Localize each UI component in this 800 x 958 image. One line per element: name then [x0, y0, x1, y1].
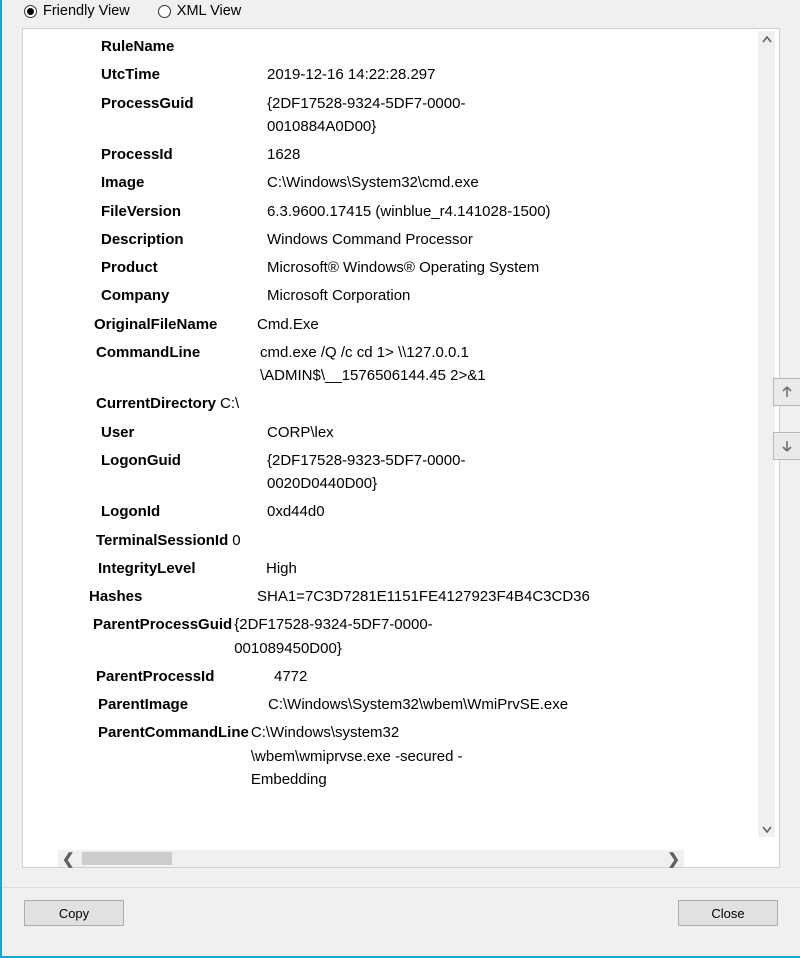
- field-value: Microsoft® Windows® Operating System: [267, 256, 691, 279]
- field-value: {2DF17528-9323-5DF7-0000- 0020D0440D00}: [267, 449, 691, 496]
- event-detail-panel: RuleName UtcTime2019-12-16 14:22:28.297 …: [22, 28, 780, 868]
- field-value: Cmd.Exe: [257, 313, 691, 336]
- field-label: ProcessId: [41, 143, 267, 166]
- field-label: IntegrityLevel: [41, 557, 258, 580]
- scroll-down-icon[interactable]: [758, 820, 775, 837]
- field-value: 2019-12-16 14:22:28.297: [267, 63, 691, 86]
- field-label: TerminalSessionId: [41, 529, 228, 552]
- field-label: User: [41, 421, 267, 444]
- field-label: FileVersion: [41, 200, 267, 223]
- scroll-right-icon[interactable]: ❯: [660, 850, 684, 867]
- field-label: Description: [41, 228, 267, 251]
- field-value: Windows Command Processor: [267, 228, 691, 251]
- field-value: High: [258, 557, 691, 580]
- dialog-button-bar: Copy Close: [2, 887, 800, 956]
- scroll-left-icon[interactable]: ❮: [58, 850, 82, 867]
- radio-icon: [24, 5, 37, 18]
- field-value: 0xd44d0: [267, 500, 691, 523]
- field-value: {2DF17528-9324-5DF7-0000- 0010884A0D00}: [267, 92, 691, 139]
- field-label: OriginalFileName: [41, 313, 263, 336]
- field-value: Microsoft Corporation: [267, 284, 691, 307]
- field-label: CurrentDirectory: [41, 392, 216, 415]
- field-label: Image: [41, 171, 267, 194]
- field-value: 4772: [274, 665, 691, 688]
- field-label: Company: [41, 284, 267, 307]
- scroll-track[interactable]: [82, 850, 660, 867]
- field-label: Product: [41, 256, 267, 279]
- field-label: UtcTime: [41, 63, 267, 86]
- copy-button[interactable]: Copy: [24, 900, 124, 926]
- prev-event-button[interactable]: [773, 378, 800, 406]
- friendly-view-label: Friendly View: [43, 3, 130, 19]
- friendly-view-radio[interactable]: Friendly View: [24, 3, 130, 19]
- field-value: SHA1=7C3D7281E1151FE4127923F4B4C3CD36: [257, 585, 691, 608]
- scroll-up-icon[interactable]: [758, 31, 775, 48]
- view-mode-selector: Friendly View XML View: [2, 0, 800, 27]
- copy-button-label: Copy: [59, 906, 89, 921]
- field-label: ParentImage: [41, 693, 262, 716]
- field-label: CommandLine: [41, 341, 260, 364]
- field-label: LogonId: [41, 500, 267, 523]
- next-event-button[interactable]: [773, 432, 800, 460]
- field-value: 0: [228, 529, 691, 552]
- field-value: 1628: [267, 143, 691, 166]
- field-label: ProcessGuid: [41, 92, 267, 115]
- event-kv-list: RuleName UtcTime2019-12-16 14:22:28.297 …: [41, 29, 691, 837]
- field-value: {2DF17528-9324-5DF7-0000- 001089450D00}: [232, 613, 691, 660]
- field-value: cmd.exe /Q /c cd 1> \\127.0.0.1 \ADMIN$\…: [260, 341, 691, 388]
- field-label: ParentProcessId: [41, 665, 274, 688]
- field-value: C:\Windows\System32\cmd.exe: [267, 171, 691, 194]
- event-properties-dialog: Friendly View XML View RuleName UtcTime2…: [0, 0, 800, 958]
- close-button[interactable]: Close: [678, 900, 778, 926]
- xml-view-radio[interactable]: XML View: [158, 3, 241, 19]
- field-label: ParentCommandLine: [41, 721, 249, 744]
- field-value: C:\Windows\system32 \wbem\wmiprvse.exe -…: [249, 721, 691, 791]
- radio-icon: [158, 5, 171, 18]
- field-label: Hashes: [41, 585, 257, 608]
- field-label: LogonGuid: [41, 449, 267, 472]
- field-value: 6.3.9600.17415 (winblue_r4.141028-1500): [267, 200, 691, 223]
- field-label: RuleName: [41, 35, 174, 58]
- field-value: CORP\lex: [267, 421, 691, 444]
- field-label: ParentProcessGuid: [41, 613, 232, 636]
- field-value: C:\: [216, 392, 691, 415]
- scroll-thumb[interactable]: [82, 852, 172, 865]
- xml-view-label: XML View: [177, 3, 241, 19]
- horizontal-scrollbar[interactable]: ❮ ❯: [58, 850, 684, 867]
- field-value: C:\Windows\System32\wbem\WmiPrvSE.exe: [262, 693, 691, 716]
- close-button-label: Close: [711, 906, 744, 921]
